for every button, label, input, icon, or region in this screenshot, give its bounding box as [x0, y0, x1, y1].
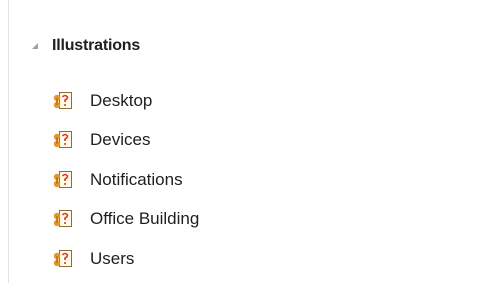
- tree-item-label: Office Building: [90, 209, 200, 228]
- tree-group-label: Illustrations: [52, 37, 141, 54]
- tree-item-desktop[interactable]: Desktop: [52, 89, 152, 113]
- element-stereotype-icon: [52, 169, 74, 191]
- element-tree: Illustrations Desktop Devices Notificati…: [0, 0, 491, 283]
- tree-item-devices[interactable]: Devices: [52, 128, 150, 152]
- tree-item-label: Devices: [90, 130, 151, 149]
- element-stereotype-icon: [52, 248, 74, 270]
- tree-item-label: Desktop: [90, 91, 153, 110]
- element-stereotype-icon: [52, 129, 74, 151]
- element-stereotype-icon: [52, 90, 74, 112]
- tree-item-label: Users: [90, 249, 135, 268]
- tree-item-notifications[interactable]: Notifications: [52, 168, 183, 192]
- tree-group-illustrations[interactable]: Illustrations: [30, 36, 140, 56]
- tree-item-office-building[interactable]: Office Building: [52, 207, 199, 231]
- expand-triangle-icon[interactable]: [30, 41, 40, 51]
- tree-item-users[interactable]: Users: [52, 247, 134, 271]
- element-stereotype-icon: [52, 208, 74, 230]
- tree-item-label: Notifications: [90, 170, 183, 189]
